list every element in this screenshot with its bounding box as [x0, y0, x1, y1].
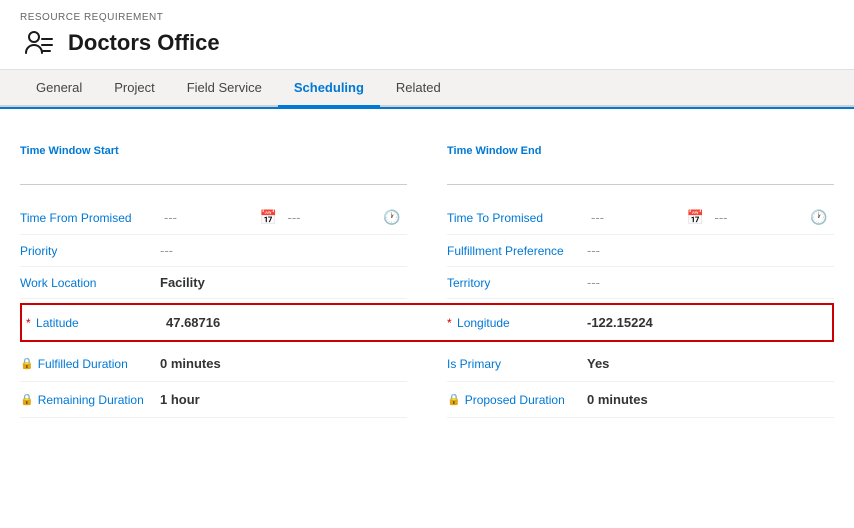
latitude-label: * Latitude	[26, 316, 166, 330]
longitude-row: * Longitude -122.15224	[447, 305, 828, 340]
lock-icon-remaining: 🔒	[20, 393, 34, 406]
time-to-promised-label: Time To Promised	[447, 211, 587, 225]
work-location-section: Work Location Facility Territory ---	[20, 267, 834, 299]
bottom-section-2: 🔒 Remaining Duration 1 hour 🔒 Proposed D…	[20, 382, 834, 418]
content-area: Time Window Start Time Window End Time F…	[0, 125, 854, 438]
time-to-promised-date: ---	[591, 210, 683, 225]
proposed-duration-row: 🔒 Proposed Duration 0 minutes	[447, 382, 834, 418]
fulfillment-preference-label: Fulfillment Preference	[447, 244, 587, 258]
resource-label: RESOURCE REQUIREMENT	[20, 12, 834, 23]
tab-project[interactable]: Project	[98, 70, 170, 107]
time-to-promised-time: ---	[715, 210, 807, 225]
calendar-icon-to[interactable]: 📅	[687, 209, 711, 226]
work-location-row: Work Location Facility	[20, 267, 407, 299]
time-window-start-input[interactable]	[20, 161, 407, 185]
territory-label: Territory	[447, 276, 587, 290]
time-window-start-label: Time Window Start	[20, 145, 407, 157]
time-to-promised-row: Time To Promised --- 📅 --- 🕐	[447, 201, 834, 235]
time-from-promised-label: Time From Promised	[20, 211, 160, 225]
tab-scheduling[interactable]: Scheduling	[278, 70, 380, 107]
lat-long-row: * Latitude 47.68716 * Longitude -122.152…	[26, 305, 828, 340]
lock-icon-fulfilled: 🔒	[20, 357, 34, 370]
is-primary-label: Is Primary	[447, 357, 587, 371]
fulfilled-duration-value: 0 minutes	[160, 356, 407, 371]
territory-value: ---	[587, 275, 834, 290]
time-window-end-label: Time Window End	[447, 145, 834, 157]
work-location-value: Facility	[160, 275, 407, 290]
is-primary-row: Is Primary Yes	[447, 346, 834, 382]
priority-label: Priority	[20, 244, 160, 258]
longitude-value: -122.15224	[587, 315, 828, 330]
time-window-end-input[interactable]	[447, 161, 834, 185]
fulfillment-preference-row: Fulfillment Preference ---	[447, 235, 834, 267]
work-location-label: Work Location	[20, 276, 160, 290]
time-from-promised-time: ---	[288, 210, 380, 225]
proposed-duration-value: 0 minutes	[587, 392, 834, 407]
tab-general[interactable]: General	[20, 70, 98, 107]
page-header: RESOURCE REQUIREMENT Doctors Office	[0, 0, 854, 70]
is-primary-value: Yes	[587, 356, 834, 371]
priority-value: ---	[160, 243, 407, 258]
territory-row: Territory ---	[447, 267, 834, 299]
priority-row: Priority ---	[20, 235, 407, 267]
remaining-duration-label: 🔒 Remaining Duration	[20, 393, 160, 407]
time-window-end-section: Time Window End	[447, 145, 834, 201]
remaining-duration-value: 1 hour	[160, 392, 407, 407]
latitude-row: * Latitude 47.68716	[26, 305, 407, 340]
fulfilled-duration-row: 🔒 Fulfilled Duration 0 minutes	[20, 346, 407, 382]
longitude-label: * Longitude	[447, 316, 587, 330]
priority-section: Priority --- Fulfillment Preference ---	[20, 235, 834, 267]
tab-related[interactable]: Related	[380, 70, 457, 107]
fulfillment-preference-value: ---	[587, 243, 834, 258]
longitude-required-asterisk: *	[447, 316, 452, 330]
nav-tabs: General Project Field Service Scheduling…	[0, 70, 854, 107]
time-from-promised-row: Time From Promised --- 📅 --- 🕐	[20, 201, 407, 235]
clock-icon-to[interactable]: 🕐	[810, 209, 834, 226]
bottom-section: 🔒 Fulfilled Duration 0 minutes Is Primar…	[20, 346, 834, 382]
time-from-promised-date: ---	[164, 210, 256, 225]
time-window-start-section: Time Window Start	[20, 145, 407, 201]
tab-field-service[interactable]: Field Service	[171, 70, 278, 107]
clock-icon-from[interactable]: 🕐	[383, 209, 407, 226]
calendar-icon-from[interactable]: 📅	[260, 209, 284, 226]
record-icon	[20, 25, 56, 61]
promised-times-section: Time From Promised --- 📅 --- 🕐 Time To P…	[20, 201, 834, 235]
lock-icon-proposed: 🔒	[447, 393, 461, 406]
page-title: Doctors Office	[68, 30, 220, 56]
latitude-value: 47.68716	[166, 315, 407, 330]
remaining-duration-row: 🔒 Remaining Duration 1 hour	[20, 382, 407, 418]
fulfilled-duration-label: 🔒 Fulfilled Duration	[20, 357, 160, 371]
latitude-required-asterisk: *	[26, 316, 31, 330]
lat-long-highlighted-section: * Latitude 47.68716 * Longitude -122.152…	[20, 303, 834, 342]
time-window-section: Time Window Start Time Window End	[20, 145, 834, 201]
proposed-duration-label: 🔒 Proposed Duration	[447, 393, 587, 407]
